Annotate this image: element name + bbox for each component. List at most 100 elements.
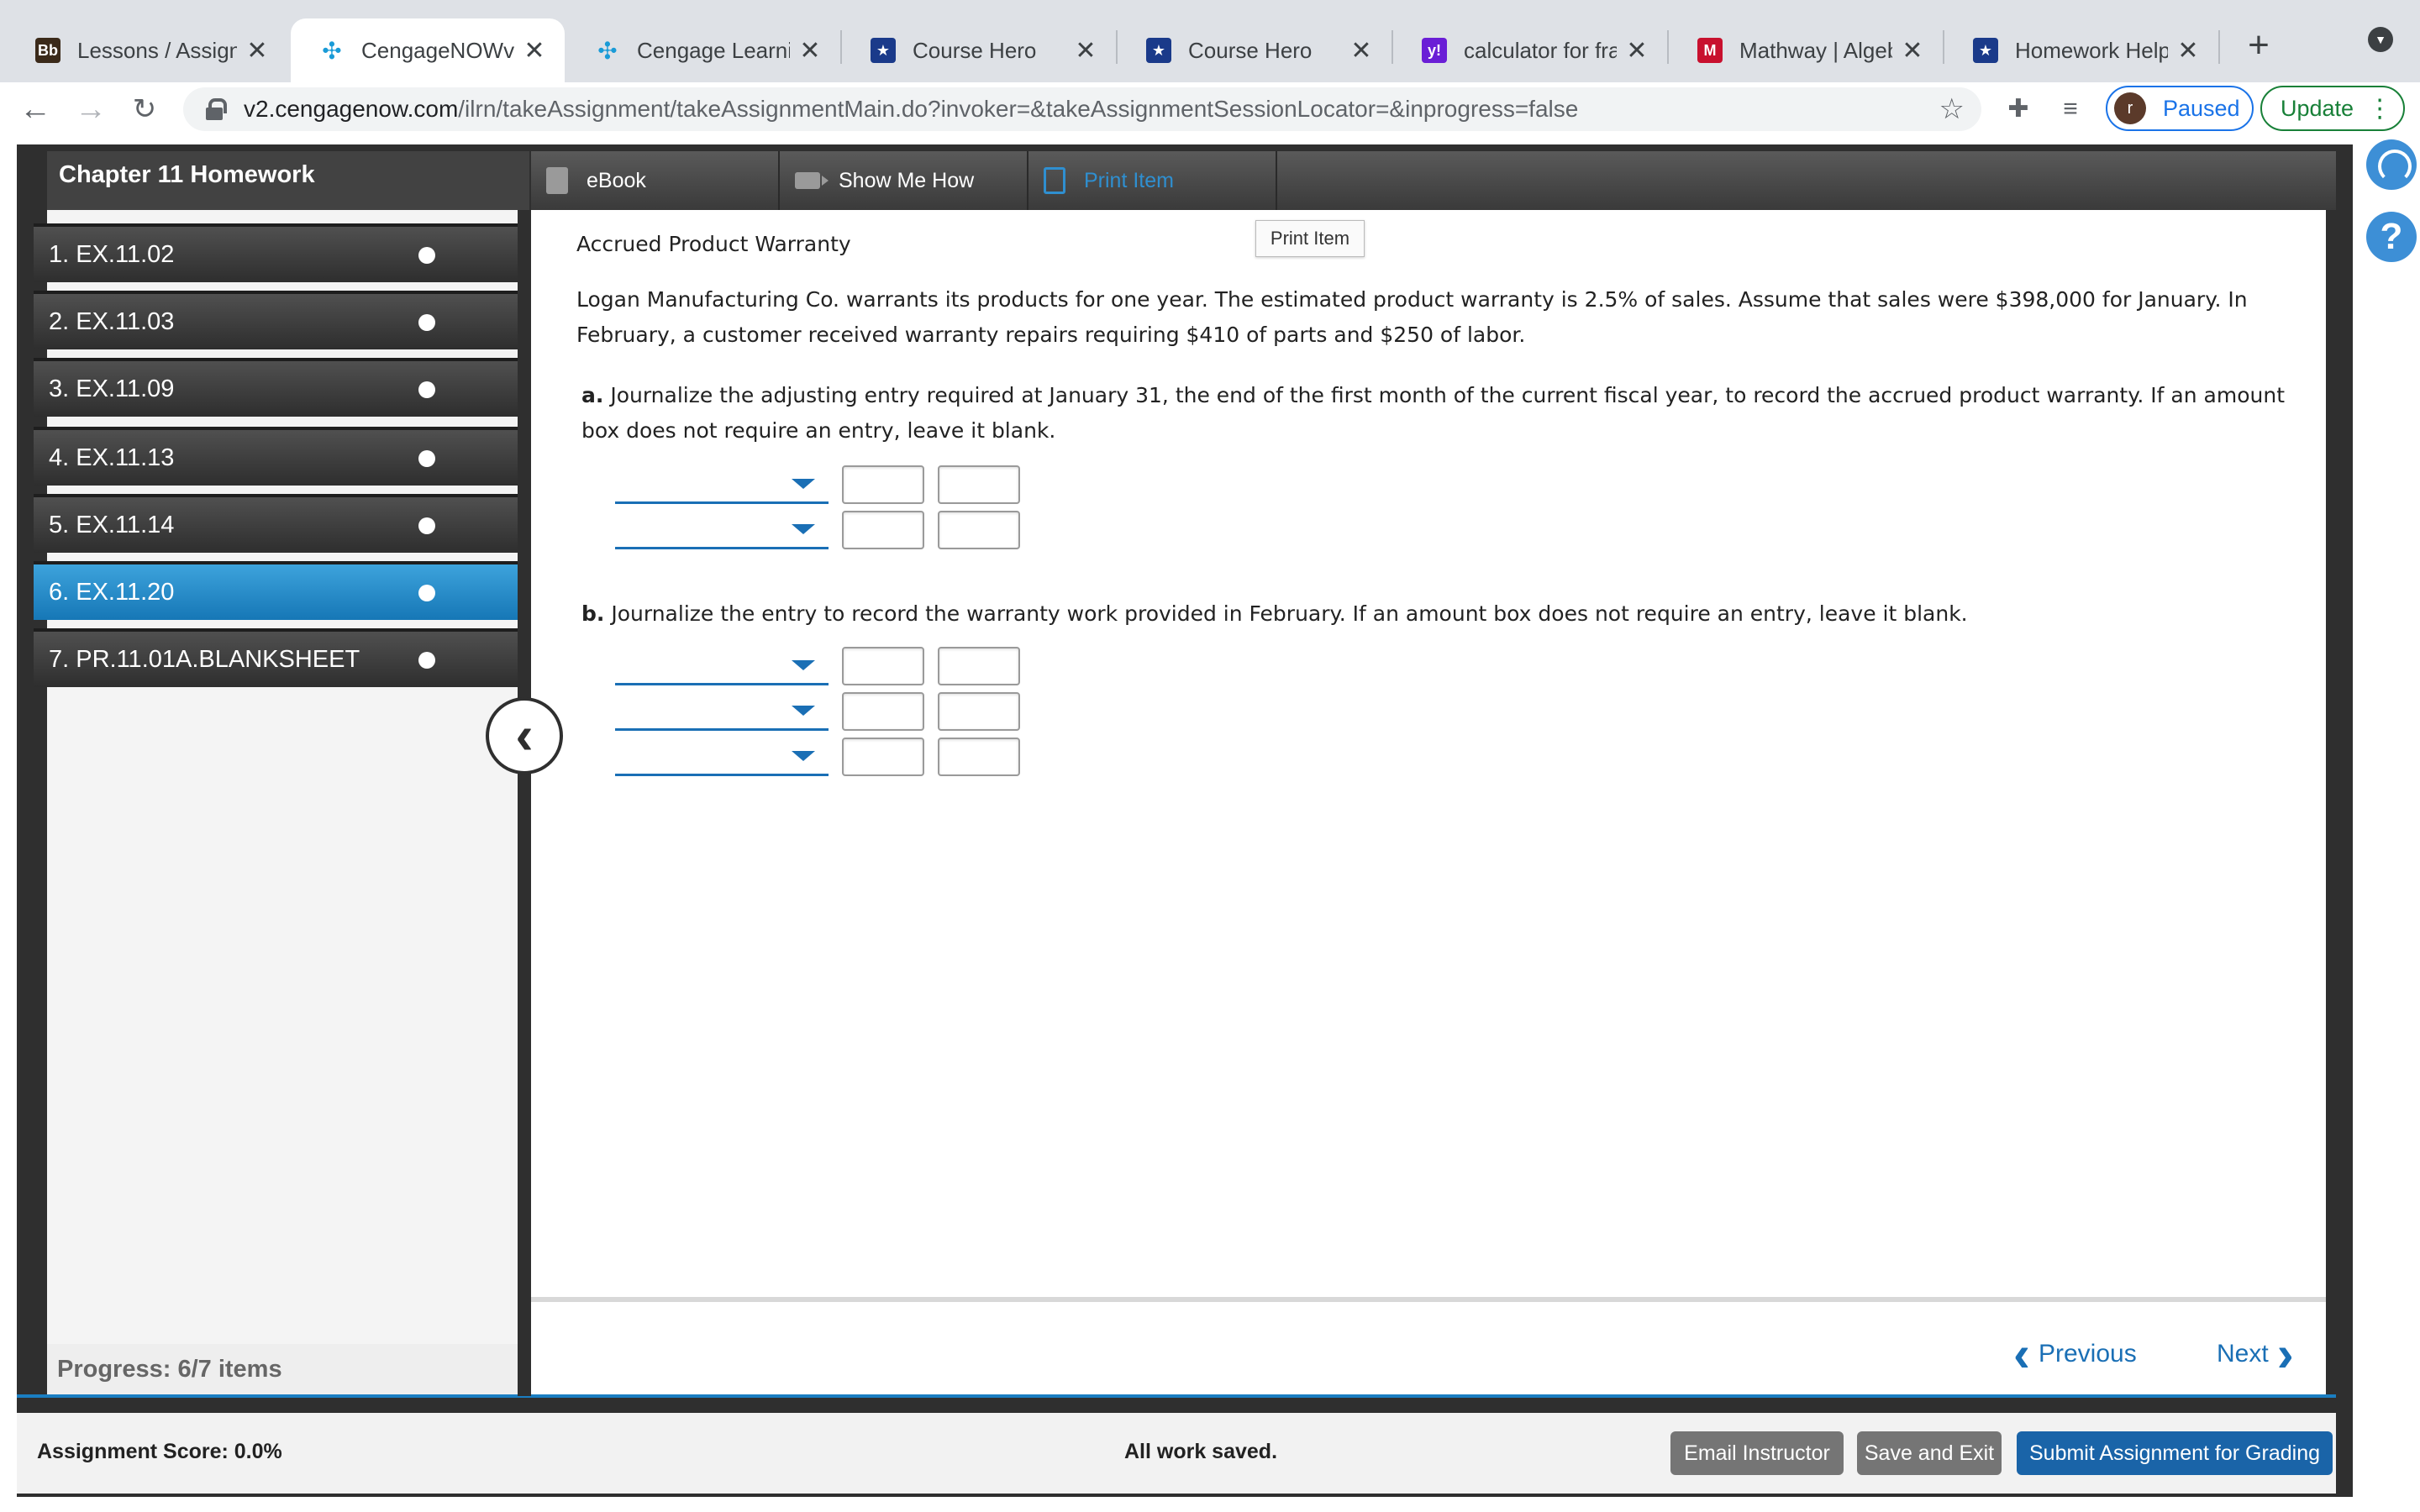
credit-input[interactable]: [938, 465, 1020, 504]
close-icon[interactable]: ✕: [1625, 36, 1649, 66]
email-instructor-button[interactable]: Email Instructor: [1670, 1431, 1844, 1475]
progress-label: Progress:: [57, 1356, 171, 1383]
question-label: 4. EX.11.13: [49, 444, 175, 471]
next-label: Next: [2217, 1340, 2269, 1368]
tab-title: Mathway | Algebr: [1739, 37, 1892, 63]
close-icon[interactable]: ✕: [1074, 36, 1097, 66]
close-icon[interactable]: ✕: [798, 36, 822, 66]
question-label: 7. PR.11.01A.BLANKSHEET: [49, 645, 360, 673]
media-queue-icon[interactable]: ≡: [2055, 94, 2086, 124]
part-b-instructions: b. Journalize the entry to record the wa…: [581, 596, 2312, 632]
question-item-7[interactable]: 7. PR.11.01A.BLANKSHEET: [34, 628, 519, 687]
support-headset-icon[interactable]: [2366, 139, 2417, 190]
question-label: 3. EX.11.09: [49, 375, 175, 402]
part-a-label: a.: [581, 383, 604, 407]
submit-assignment-button[interactable]: Submit Assignment for Grading: [2017, 1431, 2333, 1475]
tab-title: Course Hero: [913, 37, 1037, 63]
account-dropdown[interactable]: [615, 647, 829, 685]
browser-tab-2-active[interactable]: ✣ CengageNOWv2 | ✕: [291, 18, 565, 82]
print-item-tooltip: Print Item: [1255, 220, 1365, 257]
yahoo-icon: y!: [1422, 38, 1447, 63]
account-dropdown[interactable]: [615, 511, 829, 549]
account-dropdown[interactable]: [615, 738, 829, 776]
status-dot-icon: [418, 652, 435, 669]
debit-input[interactable]: [842, 692, 924, 731]
browser-tab-7[interactable]: M Mathway | Algebr ✕: [1669, 18, 1943, 82]
update-button[interactable]: Update ⋮: [2260, 86, 2405, 131]
tab-title: Cengage Learning: [637, 37, 790, 63]
question-item-2[interactable]: 2. EX.11.03: [34, 291, 519, 349]
debit-input[interactable]: [842, 647, 924, 685]
question-sidebar: 1. EX.11.02 2. EX.11.03 3. EX.11.09 4. E…: [34, 210, 519, 1396]
account-dropdown[interactable]: [615, 465, 829, 504]
part-b-text: Journalize the entry to record the warra…: [611, 601, 1968, 626]
previous-button[interactable]: ‹ Previous: [2013, 1329, 2137, 1379]
help-question-icon[interactable]: ?: [2366, 212, 2417, 262]
status-dot-icon: [418, 585, 435, 601]
print-item-tab[interactable]: Print Item: [1028, 151, 1277, 210]
question-item-1[interactable]: 1. EX.11.02: [34, 223, 519, 282]
browser-tab-5[interactable]: ★ Course Hero ✕: [1118, 18, 1392, 82]
debit-input[interactable]: [842, 465, 924, 504]
profile-paused-button[interactable]: r Paused: [2106, 86, 2254, 131]
ebook-tab[interactable]: eBook: [531, 151, 780, 210]
tool-label: Print Item: [1084, 168, 1174, 192]
save-status: All work saved.: [1124, 1440, 1278, 1463]
progress-value: 6/7 items: [177, 1356, 282, 1383]
question-label: 5. EX.11.14: [49, 511, 175, 538]
coursehero-icon: ★: [871, 38, 896, 63]
status-dot-icon: [418, 247, 435, 264]
mathway-icon: M: [1697, 38, 1723, 63]
progress-indicator: Progress: 6/7 items: [47, 1344, 518, 1396]
dropdown-arrow-icon: [792, 660, 815, 670]
question-item-3[interactable]: 3. EX.11.09: [34, 358, 519, 417]
update-label: Update: [2281, 95, 2354, 121]
assignment-footer: Assignment Score: 0.0% All work saved. E…: [17, 1413, 2336, 1494]
close-icon[interactable]: ✕: [523, 36, 546, 66]
close-icon[interactable]: ✕: [2176, 36, 2200, 66]
credit-input[interactable]: [938, 738, 1020, 776]
show-me-how-tab[interactable]: Show Me How: [780, 151, 1028, 210]
tool-tab-bar: eBook Show Me How Print Item: [531, 151, 2336, 210]
close-icon[interactable]: ✕: [1901, 36, 1924, 66]
forward-arrow-icon[interactable]: →: [71, 89, 111, 129]
browser-tab-4[interactable]: ★ Course Hero ✕: [842, 18, 1116, 82]
status-dot-icon: [418, 314, 435, 331]
browser-tab-6[interactable]: y! calculator for frac ✕: [1393, 18, 1667, 82]
chapter-title: Chapter 11 Homework: [47, 151, 529, 210]
debit-input[interactable]: [842, 511, 924, 549]
credit-input[interactable]: [938, 692, 1020, 731]
dropdown-arrow-icon: [792, 706, 815, 716]
browser-tab-8[interactable]: ★ Homework Help - ✕: [1944, 18, 2218, 82]
next-button[interactable]: Next ›: [2217, 1329, 2294, 1379]
previous-label: Previous: [2038, 1340, 2137, 1368]
avatar: r: [2114, 92, 2146, 124]
tool-label: Show Me How: [839, 168, 975, 192]
tab-search-chevron-icon[interactable]: ▼: [2368, 27, 2393, 52]
tab-title: Homework Help -: [2015, 37, 2168, 63]
credit-input[interactable]: [938, 647, 1020, 685]
new-tab-plus-icon[interactable]: +: [2235, 22, 2282, 69]
browser-toolbar: ← → ↻ v2.cengagenow.com/ilrn/takeAssignm…: [0, 82, 2420, 136]
question-item-5[interactable]: 5. EX.11.14: [34, 494, 519, 553]
back-arrow-icon[interactable]: ←: [15, 89, 55, 129]
question-item-4[interactable]: 4. EX.11.13: [34, 427, 519, 486]
part-a-instructions: a. Journalize the adjusting entry requir…: [581, 378, 2312, 449]
save-and-exit-button[interactable]: Save and Exit: [1857, 1431, 2002, 1475]
debit-input[interactable]: [842, 738, 924, 776]
reload-icon[interactable]: ↻: [124, 89, 165, 129]
credit-input[interactable]: [938, 511, 1020, 549]
bookmark-star-icon[interactable]: ☆: [1939, 94, 1965, 124]
extensions-puzzle-icon[interactable]: ✚: [2003, 94, 2033, 124]
status-dot-icon: [418, 450, 435, 467]
close-icon[interactable]: ✕: [1349, 36, 1373, 66]
kebab-menu-icon: ⋮: [2367, 94, 2392, 123]
collapse-sidebar-chevron-icon[interactable]: ‹: [486, 697, 563, 774]
browser-tab-1[interactable]: Bb Lessons / Assignm ✕: [7, 18, 287, 82]
account-dropdown[interactable]: [615, 692, 829, 731]
address-bar[interactable]: v2.cengagenow.com/ilrn/takeAssignment/ta…: [183, 87, 1981, 131]
question-item-6-active[interactable]: 6. EX.11.20: [34, 561, 519, 620]
close-icon[interactable]: ✕: [245, 36, 269, 66]
browser-tab-3[interactable]: ✣ Cengage Learning ✕: [566, 18, 840, 82]
chevron-left-icon: ‹: [2013, 1326, 2030, 1382]
